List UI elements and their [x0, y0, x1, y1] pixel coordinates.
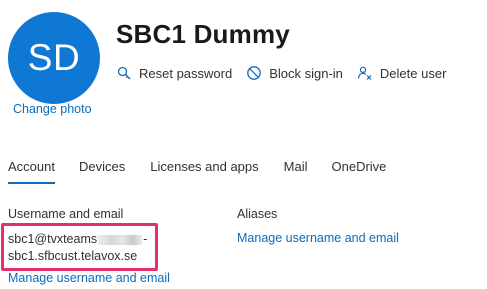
- manage-username-link[interactable]: Manage username and email: [8, 271, 170, 285]
- block-icon: [246, 65, 262, 81]
- email-prefix: sbc1@tvxteams: [8, 232, 98, 246]
- username-section-label: Username and email: [8, 207, 124, 221]
- avatar-initials: SD: [27, 37, 81, 78]
- reset-password-label: Reset password: [139, 65, 233, 81]
- tab-onedrive[interactable]: OneDrive: [332, 159, 387, 184]
- block-signin-label: Block sign-in: [269, 65, 343, 81]
- avatar[interactable]: SD: [8, 12, 100, 104]
- block-signin-button[interactable]: Block sign-in: [246, 65, 343, 81]
- page-title: SBC1 Dummy: [116, 19, 290, 49]
- tab-account[interactable]: Account: [8, 159, 55, 184]
- tab-bar: Account Devices Licenses and apps Mail O…: [8, 159, 386, 184]
- delete-user-button[interactable]: Delete user: [357, 65, 446, 81]
- user-actions-bar: Reset password Block sign-in Delete user: [116, 64, 446, 82]
- delete-user-icon: [357, 65, 373, 81]
- tab-devices[interactable]: Devices: [79, 159, 125, 184]
- manage-aliases-link[interactable]: Manage username and email: [237, 231, 399, 245]
- email-value-line2: sbc1.sfbcust.telavox.se: [8, 249, 138, 263]
- delete-user-label: Delete user: [379, 65, 447, 81]
- change-photo-link[interactable]: Change photo: [13, 102, 92, 116]
- tab-licenses-and-apps[interactable]: Licenses and apps: [150, 159, 258, 184]
- user-details-panel: SD Change photo SBC1 Dummy Reset passwor…: [0, 0, 487, 289]
- email-highlight-box: [1, 223, 158, 271]
- tab-mail[interactable]: Mail: [284, 159, 308, 184]
- email-suffix: -: [143, 232, 148, 246]
- redacted-text: [98, 234, 143, 245]
- reset-password-button[interactable]: Reset password: [116, 65, 232, 81]
- email-value-line1: sbc1@tvxteams -: [8, 232, 147, 246]
- key-search-icon: [116, 65, 132, 81]
- aliases-section-label: Aliases: [237, 207, 278, 221]
